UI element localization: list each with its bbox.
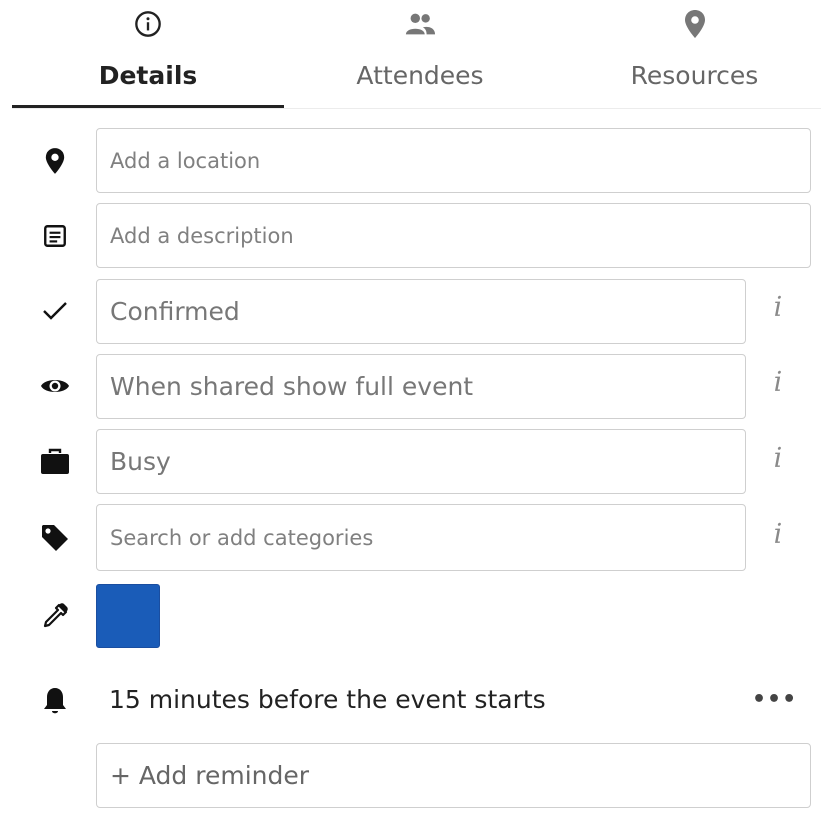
tab-resources-label: Resources: [630, 61, 759, 90]
info-circle-icon: [132, 8, 164, 40]
notes-icon: [36, 217, 74, 255]
tab-resources[interactable]: Resources: [556, 0, 821, 108]
availability-value: Busy: [110, 447, 171, 476]
eye-icon: [36, 367, 74, 405]
tab-attendees-label: Attendees: [356, 61, 484, 90]
tab-details-label: Details: [98, 61, 198, 90]
location-field[interactable]: Add a location: [96, 128, 811, 193]
tag-icon: [36, 519, 74, 557]
tab-bar: Details Attendees Resources: [12, 0, 821, 109]
location-placeholder: Add a location: [110, 148, 261, 173]
eyedropper-icon: [36, 597, 74, 635]
briefcase-icon: [36, 443, 74, 481]
reminder-more-button[interactable]: •••: [752, 686, 796, 714]
description-placeholder: Add a description: [110, 223, 294, 248]
visibility-info-button[interactable]: i: [766, 367, 790, 398]
description-field[interactable]: Add a description: [96, 203, 811, 268]
tab-attendees[interactable]: Attendees: [284, 0, 556, 108]
status-value: Confirmed: [110, 297, 240, 326]
availability-select[interactable]: Busy: [96, 429, 746, 494]
categories-info-button[interactable]: i: [766, 519, 790, 550]
status-info-button[interactable]: i: [766, 292, 790, 323]
location-pin-icon: [679, 8, 711, 40]
availability-info-button[interactable]: i: [766, 443, 790, 474]
people-icon: [404, 8, 436, 40]
bell-icon: [36, 682, 74, 720]
categories-placeholder: Search or add categories: [110, 525, 374, 550]
color-swatch[interactable]: [96, 584, 160, 648]
add-reminder-label: + Add reminder: [110, 761, 310, 790]
tab-details[interactable]: Details: [12, 0, 284, 108]
checkmark-icon: [36, 292, 74, 330]
add-reminder-button[interactable]: + Add reminder: [96, 743, 811, 808]
status-select[interactable]: Confirmed: [96, 279, 746, 344]
visibility-select[interactable]: When shared show full event: [96, 354, 746, 419]
reminder-text: 15 minutes before the event starts: [109, 685, 546, 714]
location-pin-icon: [36, 142, 74, 180]
visibility-value: When shared show full event: [110, 372, 474, 401]
categories-input[interactable]: Search or add categories: [96, 504, 746, 571]
